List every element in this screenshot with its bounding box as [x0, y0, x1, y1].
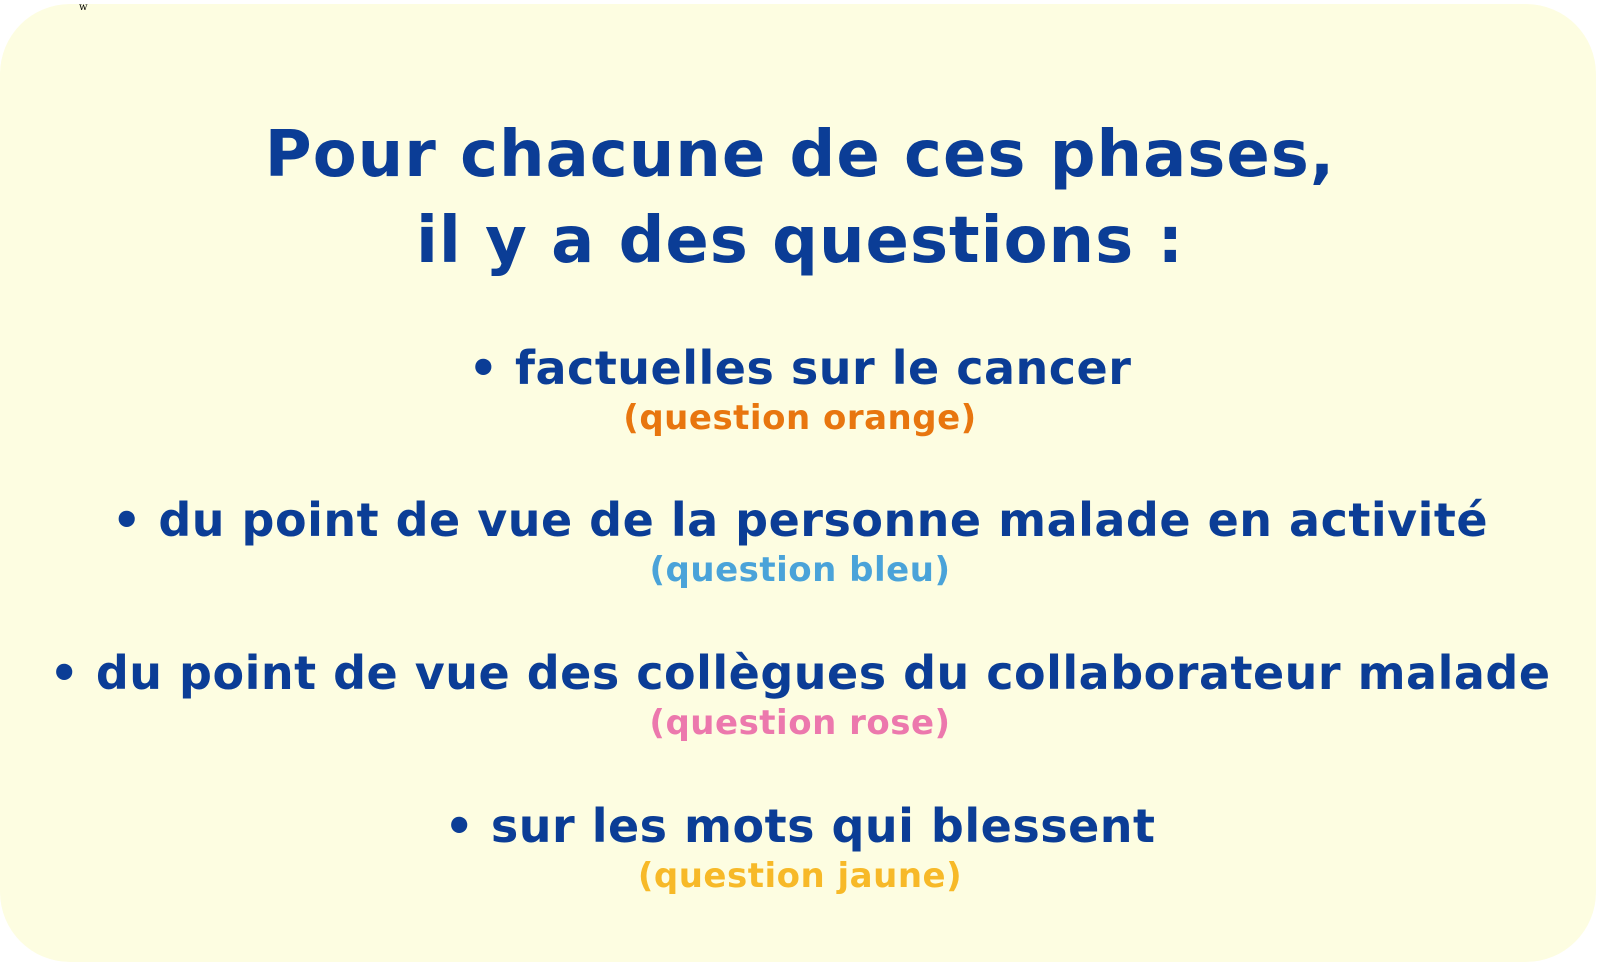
- question-orange-label: (question orange): [623, 398, 977, 438]
- list-item-hurtful-words: • sur les mots qui blessent (question ja…: [0, 798, 1600, 898]
- list-item-text: • factuelles sur le cancer: [468, 341, 1132, 395]
- list-item-colleagues-view: • du point de vue des collègues du colla…: [0, 645, 1600, 745]
- list-item-factual: • factuelles sur le cancer (question ora…: [0, 340, 1600, 440]
- list-item-text: • sur les mots qui blessent: [444, 799, 1156, 853]
- list-item-patient-view: • du point de vue de la personne malade …: [0, 492, 1600, 592]
- question-blue-label: (question bleu): [649, 550, 951, 590]
- list-item-text: • du point de vue des collègues du colla…: [49, 646, 1551, 700]
- question-yellow-label: (question jaune): [637, 856, 963, 896]
- title-line-1: Pour chacune de ces phases,: [264, 118, 1336, 192]
- page-title: Pour chacune de ces phases, il y a des q…: [0, 112, 1600, 284]
- title-line-2: il y a des questions :: [415, 204, 1185, 278]
- question-pink-label: (question rose): [649, 703, 951, 743]
- list-item-text: • du point de vue de la personne malade …: [111, 493, 1489, 547]
- corner-mark: w: [79, 2, 88, 13]
